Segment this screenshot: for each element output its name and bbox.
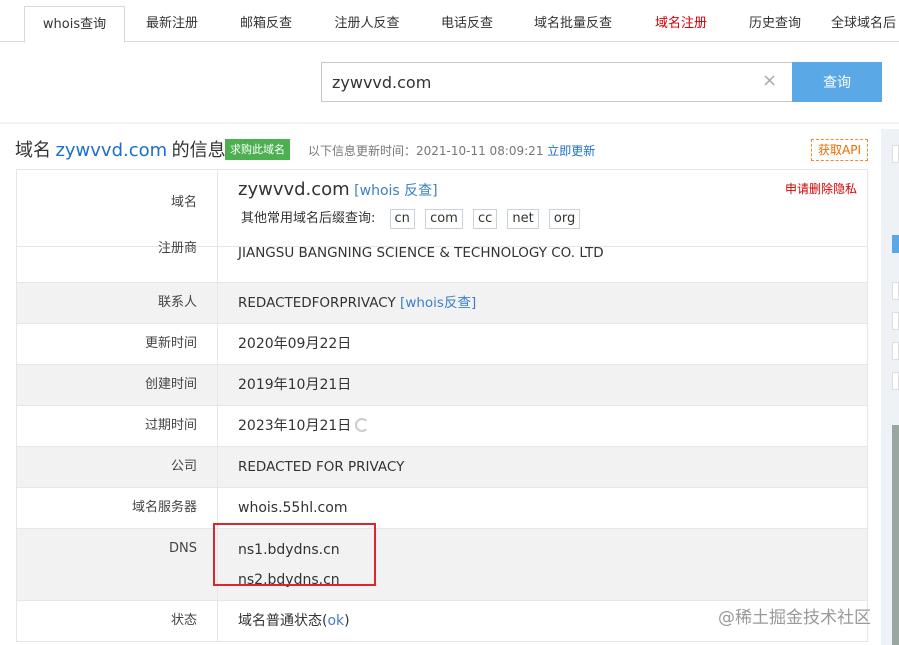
tab-new-registrations[interactable]: 最新注册 (134, 6, 210, 42)
status-ok-link[interactable]: ok (327, 613, 344, 629)
sidebar-widget (892, 342, 899, 360)
clear-icon[interactable]: × (762, 71, 777, 91)
suffix-prompt: 其他常用域名后缀查询: (241, 211, 376, 226)
sidebar-widget (892, 145, 899, 163)
tab-email-reverse[interactable]: 邮箱反查 (228, 6, 304, 42)
row-label: 公司 (17, 447, 218, 487)
row-label: 域名 (17, 170, 218, 246)
get-api-button[interactable]: 获取API (811, 139, 868, 161)
tab-global-domain[interactable]: 全球域名后 (831, 6, 899, 42)
sidebar-image (892, 425, 899, 645)
status-prefix: 域名普通状态( (238, 613, 328, 629)
contact-whois-reverse-link[interactable]: [whois反查] (400, 295, 476, 311)
whois-info-table: 域名 zywvvd.com [whois 反查] 其他常用域名后缀查询: cn … (16, 169, 868, 642)
table-row-whois-server: 域名服务器 whois.55hl.com (17, 488, 867, 529)
sidebar-widget (892, 282, 899, 300)
title-suffix: 的信息 (171, 140, 226, 161)
row-label: 状态 (17, 601, 218, 641)
row-label: 更新时间 (17, 324, 218, 364)
table-row-contact: 联系人 REDACTEDFORPRIVACY [whois反查] (17, 283, 867, 324)
domain-value: zywvvd.com (238, 179, 350, 200)
row-value: JIANGSU BANGNING SCIENCE & TECHNOLOGY CO… (218, 245, 867, 282)
row-value: 2023年10月21日 (218, 406, 867, 446)
row-value: zywvvd.com [whois 反查] 其他常用域名后缀查询: cn com… (218, 170, 867, 246)
suffix-cn-button[interactable]: cn (389, 209, 415, 229)
contact-value: REDACTEDFORPRIVACY (238, 295, 396, 311)
status-suffix: ) (344, 613, 350, 629)
sidebar-widget (892, 312, 899, 330)
row-label: 过期时间 (17, 406, 218, 446)
table-row-company: 公司 REDACTED FOR PRIVACY (17, 447, 867, 488)
registrar-value: JIANGSU BANGNING SCIENCE & TECHNOLOGY CO… (238, 245, 604, 261)
table-row-created: 创建时间 2019年10月21日 (17, 365, 867, 406)
row-label: 注册商 (17, 241, 218, 282)
suffix-cc-button[interactable]: cc (472, 209, 498, 229)
whois-reverse-link[interactable]: [whois 反查] (354, 183, 437, 199)
search-button[interactable]: 查询 (792, 62, 882, 102)
table-row-updated: 更新时间 2020年09月22日 (17, 324, 867, 365)
tab-registrant-reverse[interactable]: 注册人反查 (322, 6, 412, 42)
suffix-com-button[interactable]: com (425, 209, 463, 229)
row-value: whois.55hl.com (238, 500, 348, 516)
sidebar-widget (892, 235, 899, 253)
tab-whois[interactable]: whois查询 (24, 6, 125, 43)
update-time-text: 以下信息更新时间：2021-10-11 08:09:21 (308, 144, 544, 158)
refresh-icon[interactable] (355, 418, 370, 432)
page-title: 域名 zywvvd.com 的信息 (15, 136, 226, 162)
tab-batch-reverse[interactable]: 域名批量反查 (522, 6, 624, 42)
row-label: 创建时间 (17, 365, 218, 405)
table-row-domain: 域名 zywvvd.com [whois 反查] 其他常用域名后缀查询: cn … (17, 170, 867, 247)
row-value: 2020年09月22日 (238, 336, 352, 352)
row-label: 联系人 (17, 283, 218, 323)
title-domain[interactable]: zywvvd.com (55, 140, 167, 161)
nav-tab-bar: whois查询 最新注册 邮箱反查 注册人反查 电话反查 域名批量反查 域名注册… (0, 0, 899, 43)
update-info: 以下信息更新时间：2021-10-11 08:09:21 立即更新 (308, 142, 595, 159)
search-input[interactable] (321, 62, 793, 102)
watermark: @稀土掘金技术社区 (718, 608, 871, 628)
search-bar: × 查询 (321, 62, 883, 102)
update-now-link[interactable]: 立即更新 (547, 144, 595, 158)
row-label: 域名服务器 (17, 488, 218, 528)
tab-phone-reverse[interactable]: 电话反查 (429, 6, 505, 42)
suffix-net-button[interactable]: net (507, 209, 539, 229)
dns-highlight-box (213, 523, 376, 586)
row-value: REDACTEDFORPRIVACY [whois反查] (218, 283, 867, 323)
table-row-registrar: 注册商 JIANGSU BANGNING SCIENCE & TECHNOLOG… (17, 241, 867, 283)
tab-history[interactable]: 历史查询 (737, 6, 813, 42)
table-row-expires: 过期时间 2023年10月21日 (17, 406, 867, 447)
row-label: DNS (17, 529, 218, 600)
row-value: 2019年10月21日 (238, 377, 352, 393)
table-row-dns: DNS ns1.bdydns.cn ns2.bdydns.cn (17, 529, 867, 601)
buy-domain-button[interactable]: 求购此域名 (225, 139, 290, 160)
divider (0, 122, 899, 124)
expires-value: 2023年10月21日 (238, 418, 352, 434)
title-prefix: 域名 (15, 140, 51, 161)
privacy-removal-link[interactable]: 申请删除隐私 (785, 180, 857, 197)
row-value: REDACTED FOR PRIVACY (238, 459, 405, 475)
suffix-org-button[interactable]: org (548, 209, 581, 229)
tab-domain-register[interactable]: 域名注册 (643, 6, 719, 42)
sidebar-widget (892, 372, 899, 390)
